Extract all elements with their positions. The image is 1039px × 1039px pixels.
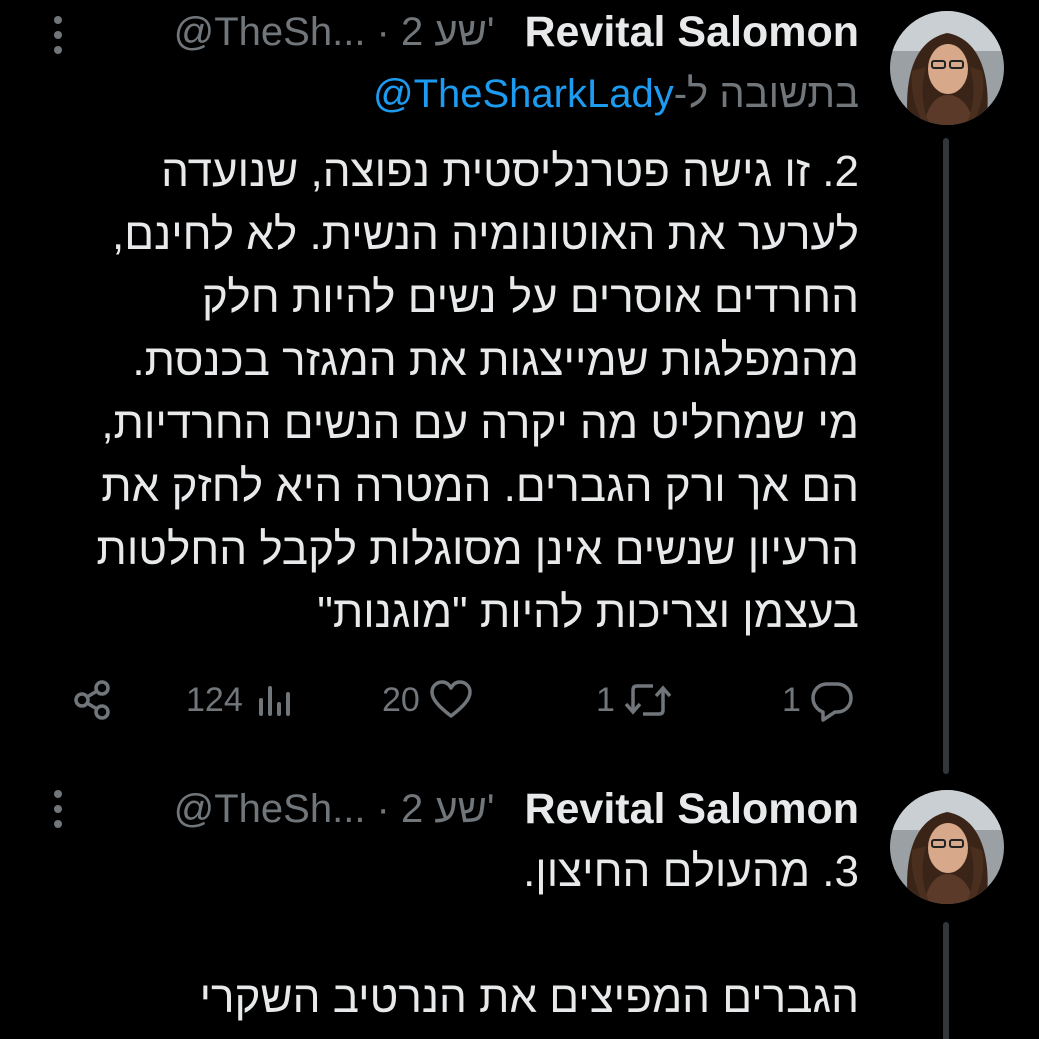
reposts-count: 1 bbox=[596, 680, 615, 719]
tweet[interactable]: Revital Salomon @TheSh... · 2 שע' בתשובה… bbox=[0, 0, 1039, 774]
tweet-header: Revital Salomon @TheSh... · 2 שע' bbox=[174, 779, 859, 839]
tweet-text-line: הגברים המפיצים את הנרטיב השקרי bbox=[199, 973, 859, 1022]
likes-count: 20 bbox=[382, 680, 420, 719]
tweet-text-line: לערער את האוטונומיה הנשית. לא לחינם, bbox=[112, 210, 859, 259]
reply-button[interactable]: 1 bbox=[782, 670, 855, 730]
reply-mention-link[interactable]: @TheSharkLady bbox=[373, 72, 674, 116]
heart-icon bbox=[428, 678, 474, 722]
tweet-text: 3. מהעולם החיצון. הגברים המפיצים את הנרט… bbox=[39, 840, 859, 1029]
more-vertical-icon[interactable] bbox=[48, 784, 68, 834]
tweet-text-line: הם אך ורק הגברים. המטרה היא לחזק את bbox=[101, 462, 859, 511]
repost-button[interactable]: 1 bbox=[596, 670, 673, 730]
reply-prefix: בתשובה ל- bbox=[673, 72, 859, 116]
tweet-actions: 124 20 1 1 bbox=[60, 670, 860, 730]
reply-to: בתשובה ל-@TheSharkLady bbox=[373, 72, 859, 117]
repost-icon bbox=[623, 678, 673, 722]
tweet-text-line: בעצמן וצריכות להיות "מוגנות" bbox=[317, 588, 859, 637]
views-count: 124 bbox=[186, 680, 243, 719]
avatar[interactable] bbox=[890, 790, 1004, 904]
author-name[interactable]: Revital Salomon bbox=[524, 785, 859, 834]
share-icon bbox=[70, 678, 114, 722]
tweet-text-line: מי שמחליט מה יקרה עם הנשים החרדיות, bbox=[101, 399, 859, 448]
tweet-text-line: מהמפלגות שמייצגות את המגזר בכנסת. bbox=[132, 336, 859, 385]
tweet-text-line bbox=[39, 903, 859, 966]
replies-count: 1 bbox=[782, 680, 801, 719]
tweet-text-line: 2. זו גישה פטרנליסטית נפוצה, שנועדה bbox=[161, 147, 859, 196]
tweet-text-line: 3. מהעולם החיצון. bbox=[523, 847, 859, 896]
share-button[interactable] bbox=[70, 670, 114, 730]
tweet-header: Revital Salomon @TheSh... · 2 שע' bbox=[174, 2, 859, 62]
more-vertical-icon[interactable] bbox=[48, 10, 68, 60]
thread-line bbox=[943, 922, 949, 1039]
timeline: Revital Salomon @TheSh... · 2 שע' בתשובה… bbox=[0, 0, 1039, 1039]
avatar[interactable] bbox=[890, 11, 1004, 125]
author-name[interactable]: Revital Salomon bbox=[524, 8, 859, 57]
tweet-meta[interactable]: @TheSh... · 2 שע' bbox=[174, 787, 495, 832]
views-icon bbox=[251, 678, 295, 722]
views-button[interactable]: 124 bbox=[186, 670, 295, 730]
like-button[interactable]: 20 bbox=[382, 670, 474, 730]
tweet-text: 2. זו גישה פטרנליסטית נפוצה, שנועדה לערע… bbox=[39, 140, 859, 644]
tweet-meta[interactable]: @TheSh... · 2 שע' bbox=[174, 10, 495, 55]
thread-line bbox=[943, 138, 949, 774]
tweet-text-line: הרעיון שנשים אינן מסוגלות לקבל החלטות bbox=[96, 525, 859, 574]
reply-icon bbox=[809, 678, 855, 722]
tweet-text-line: החרדים אוסרים על נשים להיות חלק bbox=[201, 273, 859, 322]
